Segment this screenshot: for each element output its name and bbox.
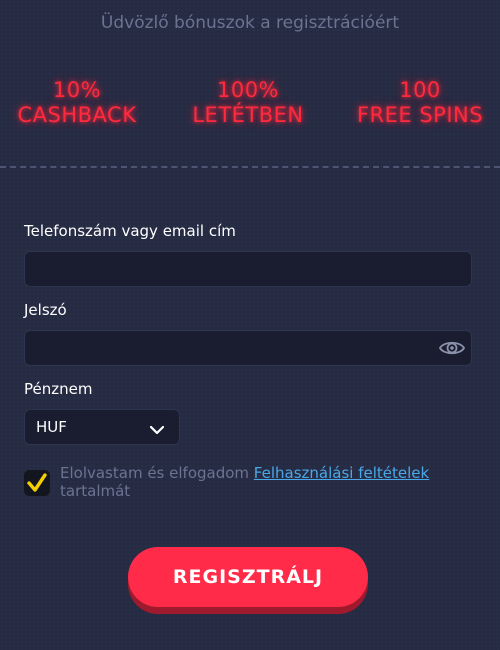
checkmark-icon bbox=[27, 473, 47, 492]
bonus-value: 100 bbox=[399, 78, 441, 102]
terms-checkbox[interactable] bbox=[24, 470, 50, 496]
chevron-down-icon bbox=[149, 421, 165, 435]
terms-text: Elolvastam és elfogadom Felhasználási fe… bbox=[60, 464, 480, 500]
currency-value: HUF bbox=[36, 418, 67, 436]
bonus-label: CASHBACK bbox=[17, 103, 137, 127]
login-label: Telefonszám vagy email cím bbox=[24, 222, 236, 240]
terms-link[interactable]: Felhasználási feltételek bbox=[254, 464, 429, 482]
bonus-free-spins: 100 FREE SPINS bbox=[350, 78, 490, 128]
terms-prefix: Elolvastam és elfogadom bbox=[60, 464, 254, 482]
page-title: Üdvözlő bónuszok a regisztrációért bbox=[100, 13, 400, 33]
bonus-value: 10% bbox=[52, 78, 102, 102]
terms-suffix: tartalmát bbox=[60, 482, 131, 500]
password-input[interactable] bbox=[24, 330, 472, 366]
bonus-deposit: 100% LETÉTBEN bbox=[183, 78, 313, 128]
eye-icon[interactable] bbox=[438, 337, 466, 359]
currency-label: Pénznem bbox=[24, 380, 93, 398]
currency-select[interactable]: HUF bbox=[24, 409, 180, 445]
bonus-label: LETÉTBEN bbox=[192, 103, 304, 127]
bonus-label: FREE SPINS bbox=[356, 103, 484, 127]
register-button[interactable]: REGISZTRÁLJ bbox=[128, 547, 368, 607]
bonus-cashback: 10% CASHBACK bbox=[12, 78, 142, 128]
login-input[interactable] bbox=[24, 251, 472, 287]
dashed-divider bbox=[0, 166, 500, 168]
password-label: Jelszó bbox=[24, 301, 67, 319]
bonus-value: 100% bbox=[216, 78, 280, 102]
